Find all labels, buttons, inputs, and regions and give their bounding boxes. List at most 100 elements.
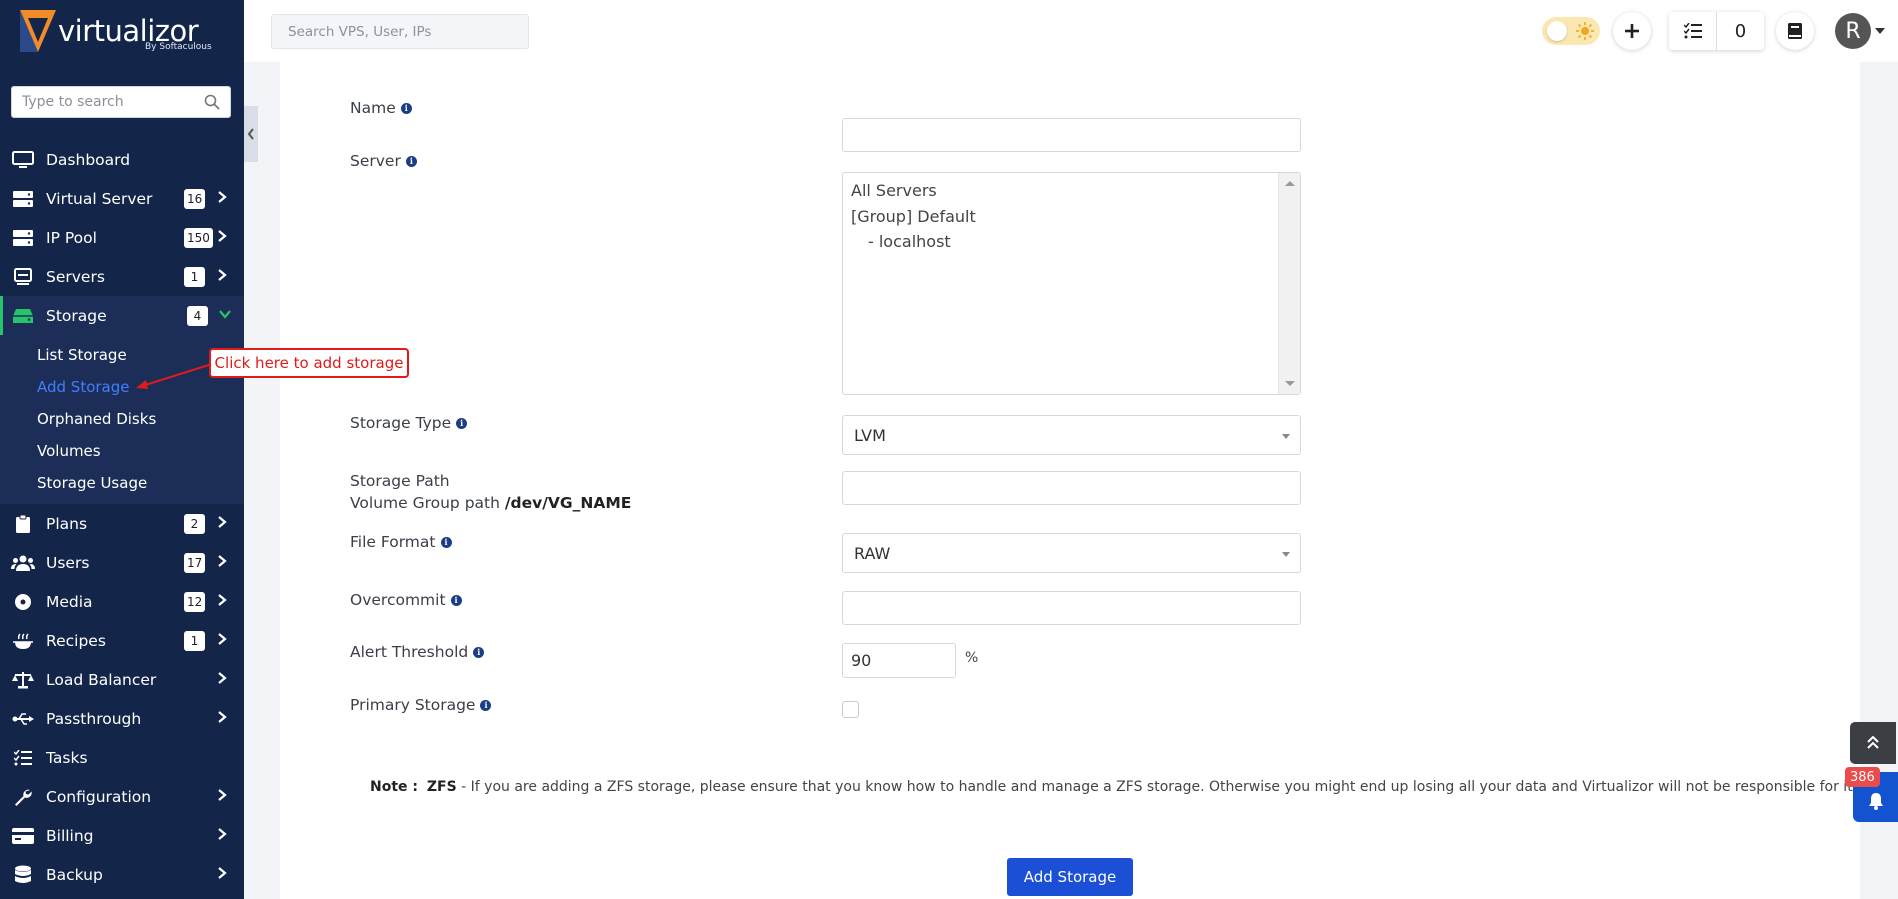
sidebar-item-recipes[interactable]: Recipes 1	[0, 621, 244, 660]
sidebar-item-storage[interactable]: Storage 4	[0, 296, 244, 335]
overcommit-label: Overcommit i	[350, 591, 462, 609]
double-chevron-up-icon	[1867, 736, 1879, 749]
server-stack-icon	[10, 228, 36, 248]
submenu-volumes[interactable]: Volumes	[0, 435, 244, 467]
add-storage-button[interactable]: Add Storage	[1007, 858, 1133, 896]
scroll-to-top-button[interactable]	[1850, 722, 1896, 764]
chevron-right-icon	[218, 516, 227, 528]
sidebar-item-media[interactable]: Media 12	[0, 582, 244, 621]
name-label: Name i	[350, 99, 412, 117]
primary-storage-checkbox[interactable]	[842, 701, 859, 718]
count-badge: 150	[184, 228, 213, 248]
sidebar-item-dashboard[interactable]: Dashboard	[0, 140, 244, 179]
chevron-right-icon	[218, 555, 227, 567]
sidebar-item-configuration[interactable]: Configuration	[0, 777, 244, 816]
count-badge: 1	[184, 631, 205, 651]
alert-threshold-label: Alert Threshold i	[350, 643, 485, 661]
sidebar-item-label: Backup	[46, 865, 103, 884]
sidebar-item-label: Tasks	[46, 748, 88, 767]
zfs-note: Note : ZFS - If you are adding a ZFS sto…	[370, 779, 1863, 795]
notification-count-badge: 386	[1845, 767, 1880, 787]
sidebar-item-ip-pool[interactable]: IP Pool 150	[0, 218, 244, 257]
server-label: Server i	[350, 152, 417, 170]
search-icon[interactable]	[204, 94, 220, 114]
server-icon	[10, 267, 36, 287]
task-count: 0	[1734, 20, 1747, 42]
info-icon[interactable]: i	[440, 536, 452, 548]
chevron-right-icon	[218, 633, 227, 645]
sidebar-item-tasks[interactable]: Tasks	[0, 738, 244, 777]
count-badge: 4	[187, 306, 208, 326]
chevron-right-icon	[218, 828, 227, 840]
scroll-down-icon[interactable]	[1279, 376, 1301, 390]
scroll-up-icon[interactable]	[1279, 177, 1301, 191]
storage-type-label: Storage Type i	[350, 414, 468, 432]
chevron-down-icon	[1282, 434, 1290, 439]
info-icon[interactable]: i	[405, 155, 417, 167]
sidebar-item-label: Billing	[46, 826, 94, 845]
storage-type-value: LVM	[854, 425, 886, 445]
volume-group-prefix: Volume Group path	[350, 494, 500, 512]
topbar: 0 R	[244, 0, 1898, 62]
info-icon[interactable]: i	[400, 102, 412, 114]
monitor-icon	[10, 150, 36, 170]
submenu-storage-usage[interactable]: Storage Usage	[0, 467, 244, 499]
sidebar-item-label: Configuration	[46, 787, 152, 806]
sidebar-item-virtual-server[interactable]: Virtual Server 16	[0, 179, 244, 218]
volume-group-hint: Volume Group path /dev/VG_NAME	[350, 494, 631, 512]
wrench-icon	[10, 787, 36, 807]
sidebar-item-billing[interactable]: Billing	[0, 816, 244, 855]
sidebar-item-users[interactable]: Users 17	[0, 543, 244, 582]
sidebar-item-label: Load Balancer	[46, 670, 157, 689]
logo[interactable]: virtualizor	[0, 0, 244, 62]
chevron-right-icon	[218, 789, 227, 801]
add-button[interactable]	[1613, 12, 1651, 50]
server-select[interactable]: All Servers [Group] Default - localhost	[842, 172, 1301, 395]
sidebar-item-label: IP Pool	[46, 228, 97, 247]
theme-toggle[interactable]	[1542, 17, 1600, 45]
storage-path-input[interactable]	[843, 472, 1300, 504]
sidebar-collapse-button[interactable]	[244, 106, 258, 162]
server-option[interactable]: [Group] Default	[843, 204, 1300, 230]
global-search-input[interactable]	[288, 23, 518, 40]
sidebar-item-label: Storage	[46, 306, 107, 325]
count-badge: 17	[184, 553, 206, 573]
sidebar-item-load-balancer[interactable]: Load Balancer	[0, 660, 244, 699]
server-option[interactable]: - localhost	[843, 229, 1300, 255]
sidebar-search-input[interactable]	[22, 94, 197, 110]
caret-down-icon[interactable]	[1875, 28, 1885, 34]
info-icon[interactable]: i	[473, 646, 485, 658]
chevron-right-icon	[218, 711, 227, 723]
docs-button[interactable]	[1776, 12, 1814, 50]
list-icon	[10, 748, 36, 768]
sidebar-item-plans[interactable]: Plans 2	[0, 504, 244, 543]
info-icon[interactable]: i	[450, 594, 462, 606]
volume-group-path: /dev/VG_NAME	[504, 494, 632, 512]
virtualizor-logo-icon	[20, 10, 56, 52]
file-format-label-text: File Format	[350, 533, 436, 551]
alert-threshold-input[interactable]	[843, 644, 955, 677]
name-input[interactable]	[843, 119, 1300, 151]
scale-icon	[10, 670, 36, 690]
server-option[interactable]: All Servers	[843, 178, 1300, 204]
plus-icon	[1625, 24, 1639, 38]
submenu-orphaned-disks[interactable]: Orphaned Disks	[0, 403, 244, 435]
overcommit-input[interactable]	[843, 592, 1300, 624]
info-icon[interactable]: i	[480, 699, 492, 711]
disc-icon	[10, 592, 36, 612]
sidebar-item-servers[interactable]: Servers 1	[0, 257, 244, 296]
task-list-icon	[1683, 23, 1702, 39]
sidebar-item-backup[interactable]: Backup	[0, 855, 244, 894]
book-icon	[1788, 23, 1802, 39]
info-icon[interactable]: i	[456, 417, 468, 429]
sidebar-item-passthrough[interactable]: Passthrough	[0, 699, 244, 738]
global-search	[271, 14, 529, 49]
storage-type-select[interactable]: LVM	[842, 415, 1301, 455]
sidebar-item-label: Recipes	[46, 631, 106, 650]
listbox-scrollbar[interactable]	[1278, 173, 1300, 394]
file-format-select[interactable]: RAW	[842, 533, 1301, 573]
storage-path-field	[842, 471, 1301, 505]
user-avatar[interactable]: R	[1835, 13, 1871, 49]
annotation-callout: Click here to add storage	[209, 348, 409, 378]
tasks-button[interactable]: 0	[1669, 12, 1764, 50]
